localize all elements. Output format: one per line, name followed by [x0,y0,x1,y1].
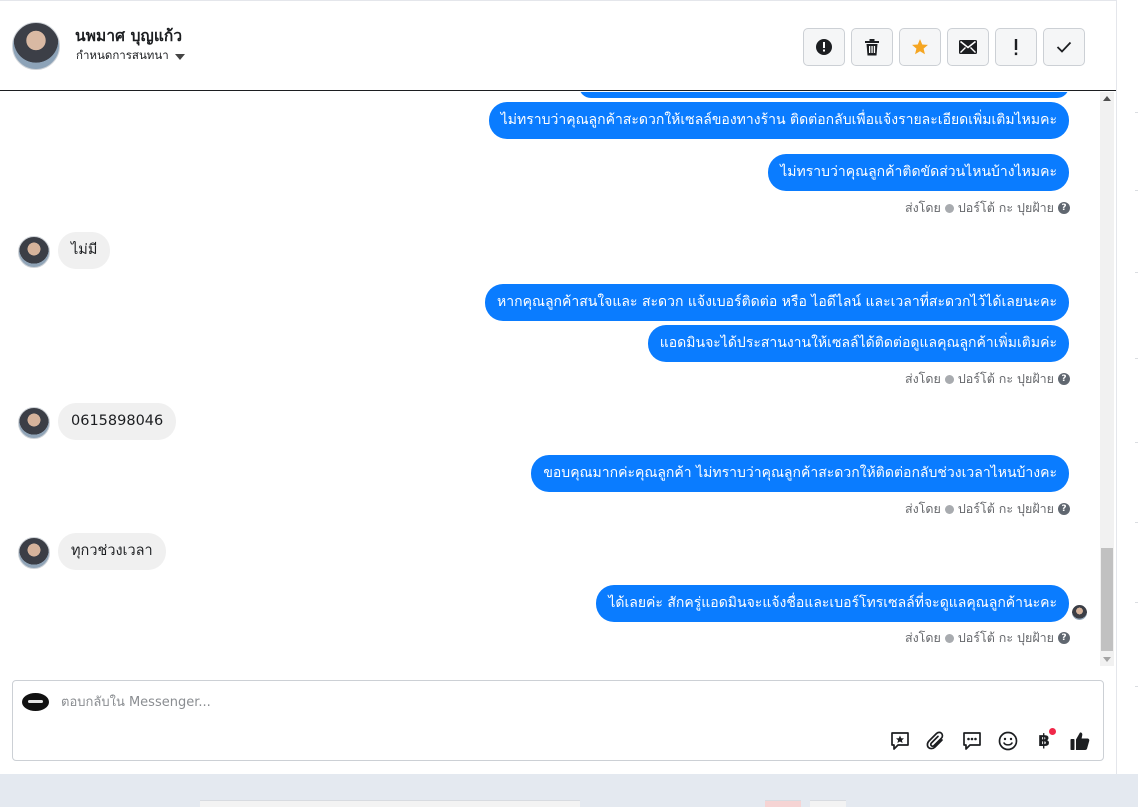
contact-name[interactable]: นพมาศ บุญแก้ว [75,23,182,48]
envelope-icon [959,40,977,54]
message-bubble-outgoing[interactable]: หากคุณลูกค้าสนใจและ สะดวก แจ้งเบอร์ติดต่… [485,284,1069,321]
page-logo [22,693,49,711]
sent-by-prefix: ส่งโดย [904,501,941,516]
assign-conversation-dropdown[interactable]: กำหนดการสนทนา [76,47,185,65]
message-bubble-outgoing[interactable]: ขอบคุณมากค่ะคุณลูกค้า ไม่ทราบว่าคุณลูกค้… [531,455,1069,492]
help-icon[interactable]: ? [1058,373,1070,385]
attachment-icon [926,731,944,750]
exclamation-icon [1014,39,1018,56]
adjacent-panel-edge [1116,0,1138,774]
follow-up-button[interactable] [995,28,1037,66]
sent-by-prefix: ส่งโดย [904,371,941,386]
page: นพมาศ บุญแก้ว กำหนดการสนทนา ไม่ทราบว่าคุ… [0,0,1138,807]
taskbar-shadow [200,800,580,807]
caret-down-icon [174,54,185,60]
sender-name: ปอร์โต้ กะ ปุยฝ้าย [957,501,1054,516]
contact-avatar[interactable] [12,22,60,70]
message-bubble-outgoing[interactable]: ไม่ทราบว่าคุณลูกค้าสะดวกให้เซลล์ของทางร้… [488,102,1069,139]
scroll-down-arrow-icon[interactable] [1103,657,1111,662]
sent-by-prefix: ส่งโดย [904,630,941,645]
scroll-up-arrow-icon[interactable] [1103,96,1111,101]
sender-name: ปอร์โต้ กะ ปุยฝ้าย [957,200,1054,215]
verified-icon [944,203,954,213]
seen-receipt-avatar [1072,605,1087,620]
contact-avatar-small [18,236,50,268]
trash-icon [865,38,879,55]
sender-name: ปอร์โต้ กะ ปุยฝ้าย [957,630,1054,645]
message-bubble-incoming[interactable]: ไม่มี [58,232,111,269]
sent-by-info: ส่งโดย ปอร์โต้ กะ ปุยฝ้าย ? [905,499,1070,519]
sent-by-info: ส่งโดย ปอร์โต้ กะ ปุยฝ้าย ? [905,198,1070,218]
notification-dot [1049,728,1056,735]
spam-button[interactable] [803,28,845,66]
saved-replies-button[interactable] [887,728,913,754]
message-bubble-incoming[interactable]: 0615898046 [58,403,177,440]
message-bubble-incoming[interactable]: ทุกวช่วงเวลา [58,533,166,570]
mark-done-button[interactable] [1043,28,1085,66]
message-bubble-outgoing[interactable]: แอดมินจะได้ประสานงานให้เซลล์ได้ติดต่อดูแ… [647,325,1069,362]
message-bubble-outgoing[interactable]: ไม่ทราบว่าคุณลูกค้าติดขัดส่วนไหนบ้างไหมค… [768,154,1069,191]
verified-icon [944,374,954,384]
taskbar-item [810,800,846,807]
header-actions [803,28,1085,66]
thumbs-up-icon [1070,732,1090,750]
help-icon[interactable]: ? [1058,503,1070,515]
sender-name: ปอร์โต้ กะ ปุยฝ้าย [957,371,1054,386]
window-bottom-edge [0,774,1138,807]
composer-tools: ฿ [887,728,1093,754]
sent-by-info: ส่งโดย ปอร์โต้ กะ ปุยฝ้าย ? [905,628,1070,648]
help-icon[interactable]: ? [1058,632,1070,644]
verified-icon [944,633,954,643]
delete-button[interactable] [851,28,893,66]
baht-payment-icon: ฿ [1038,731,1050,751]
alert-circle-icon [816,39,832,55]
like-button[interactable] [1067,728,1093,754]
emoji-button[interactable] [995,728,1021,754]
attach-file-button[interactable] [923,728,949,754]
message-bubble-outgoing-partial[interactable] [579,92,1069,98]
sent-by-info: ส่งโดย ปอร์โต้ กะ ปุยฝ้าย ? [905,369,1070,389]
emoji-icon [998,731,1018,751]
help-icon[interactable]: ? [1058,202,1070,214]
sent-by-prefix: ส่งโดย [904,200,941,215]
verified-icon [944,504,954,514]
contact-avatar-small [18,407,50,439]
scrollbar-thumb[interactable] [1101,548,1113,651]
chat-bubble-icon [963,732,981,750]
payment-button[interactable]: ฿ [1031,728,1057,754]
message-list[interactable]: ไม่ทราบว่าคุณลูกค้าสะดวกให้เซลล์ของทางร้… [0,92,1100,666]
star-icon [912,39,928,55]
message-bubble-outgoing[interactable]: ได้เลยค่ะ สักครู่แอดมินจะแจ้งชื่อและเบอร… [596,585,1069,622]
conversation-panel: นพมาศ บุญแก้ว กำหนดการสนทนา ไม่ทราบว่าคุ… [0,0,1116,774]
star-button[interactable] [899,28,941,66]
reply-input[interactable] [61,691,861,713]
conversation-header: นพมาศ บุญแก้ว กำหนดการสนทนา [0,0,1116,91]
assign-conversation-label: กำหนดการสนทนา [76,48,169,62]
contact-avatar-small [18,537,50,569]
reply-composer: ฿ [12,680,1104,761]
checkmark-icon [1056,41,1072,53]
saved-reply-icon [891,732,909,750]
taskbar-item [765,800,801,807]
mark-unread-button[interactable] [947,28,989,66]
quick-replies-button[interactable] [959,728,985,754]
